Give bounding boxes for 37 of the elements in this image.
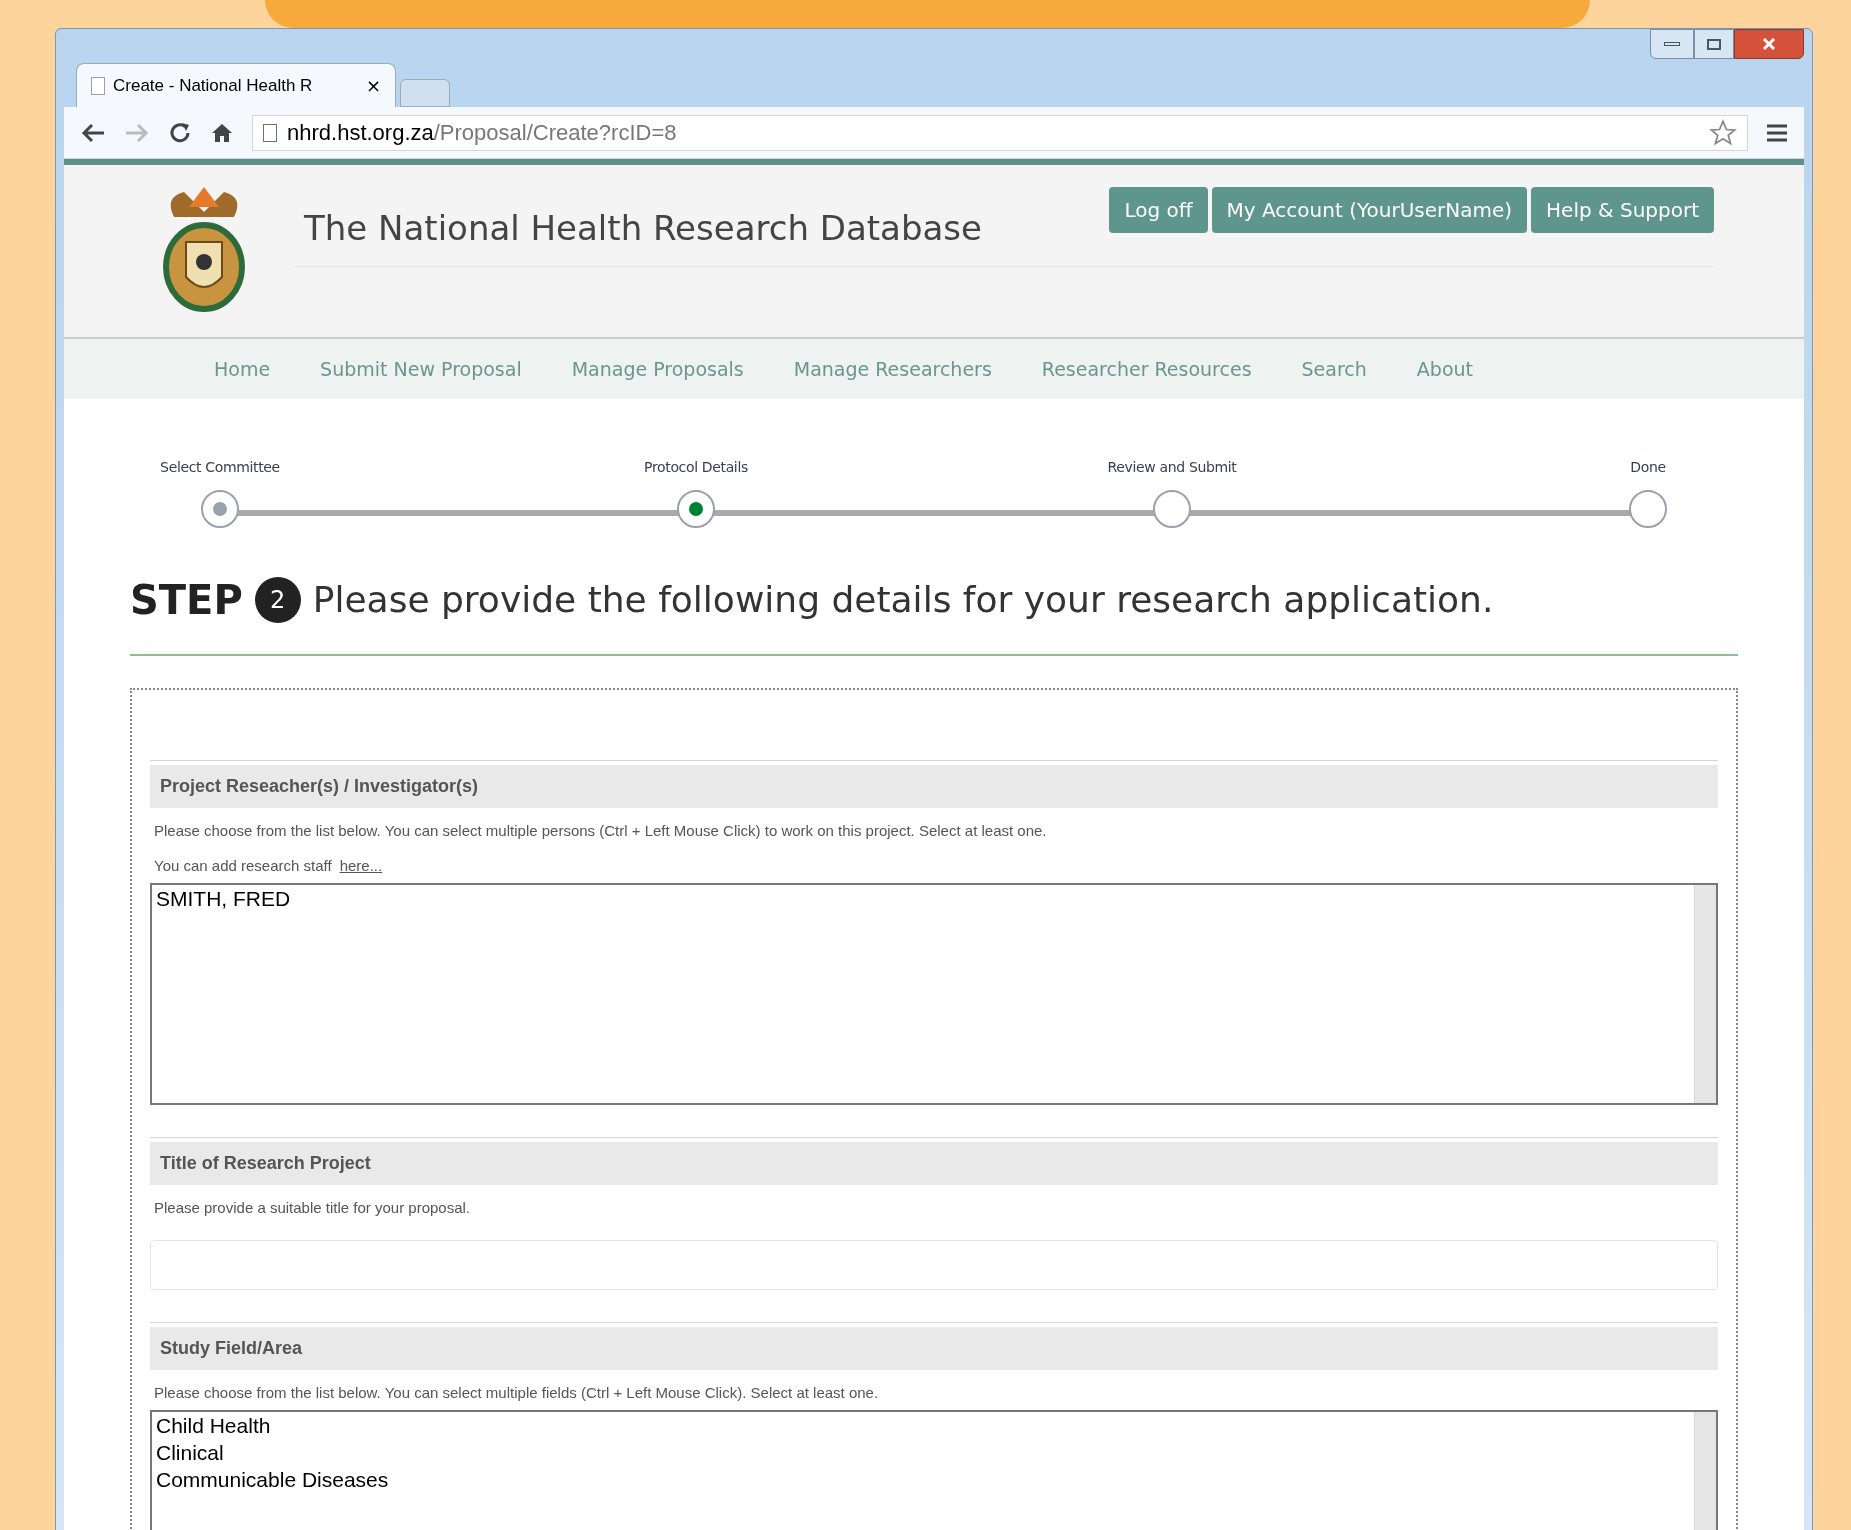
page-icon xyxy=(263,123,277,142)
step-label: Review and Submit xyxy=(1107,458,1237,477)
help-text: Please choose from the list below. You can select multiple fields (Ctrl + Left Mouse Click). Select at least one. xyxy=(153,1382,880,1403)
close-icon[interactable]: × xyxy=(365,72,381,99)
reload-icon[interactable] xyxy=(168,120,192,145)
address-bar[interactable]: nhrd.hst.org.za/Proposal/Create?rcID=8 xyxy=(252,114,1748,151)
url-text: nhrd.hst.org.za/Proposal/Create?rcID=8 xyxy=(287,119,677,147)
section-header: Project Reseacher(s) / Investigator(s) xyxy=(150,765,1718,808)
browser-tab[interactable]: Create - National Health R × xyxy=(76,63,396,107)
step-label: Select Committee xyxy=(160,458,280,477)
list-box[interactable]: Child Health Clinical Communicable Diseases xyxy=(150,1410,1718,1530)
help-text: You can add research staff xyxy=(154,855,332,876)
add-staff-link[interactable]: here... xyxy=(339,854,383,877)
tab-title: Create - National Health R xyxy=(113,74,313,97)
maximize-button[interactable] xyxy=(1694,29,1734,59)
section-header: Title of Research Project xyxy=(150,1142,1718,1185)
list-option[interactable]: Communicable Diseases xyxy=(156,1466,1690,1493)
step-label: Done xyxy=(1630,458,1666,477)
close-icon xyxy=(1761,37,1777,51)
back-icon[interactable] xyxy=(80,121,106,144)
step-heading: Please provide the following details for your research application. xyxy=(312,578,1494,622)
page-icon xyxy=(91,76,105,95)
help-text: Please choose from the list below. You can select multiple persons (Ctrl + Left Mouse Click) to work on this project. Select at least one. xyxy=(153,821,1048,841)
step-label: Protocol Details xyxy=(644,458,748,477)
step-word: STEP xyxy=(130,576,243,625)
list-option[interactable]: SMITH, FRED xyxy=(156,885,1690,912)
star-icon[interactable] xyxy=(1709,118,1737,147)
close-window-button[interactable] xyxy=(1734,29,1804,59)
step-number-badge: 2 xyxy=(254,577,301,623)
site-title: The National Health Research Database xyxy=(304,207,982,250)
section-header: Study Field/Area xyxy=(150,1326,1718,1370)
help-text: Please provide a suitable title for your proposal. xyxy=(153,1198,471,1218)
menu-icon[interactable] xyxy=(1766,122,1788,143)
minimize-button[interactable] xyxy=(1650,29,1694,59)
list-option[interactable]: Clinical xyxy=(156,1439,1690,1466)
list-box[interactable]: SMITH, FRED xyxy=(150,883,1718,1105)
list-option[interactable]: Child Health xyxy=(156,1412,1690,1439)
